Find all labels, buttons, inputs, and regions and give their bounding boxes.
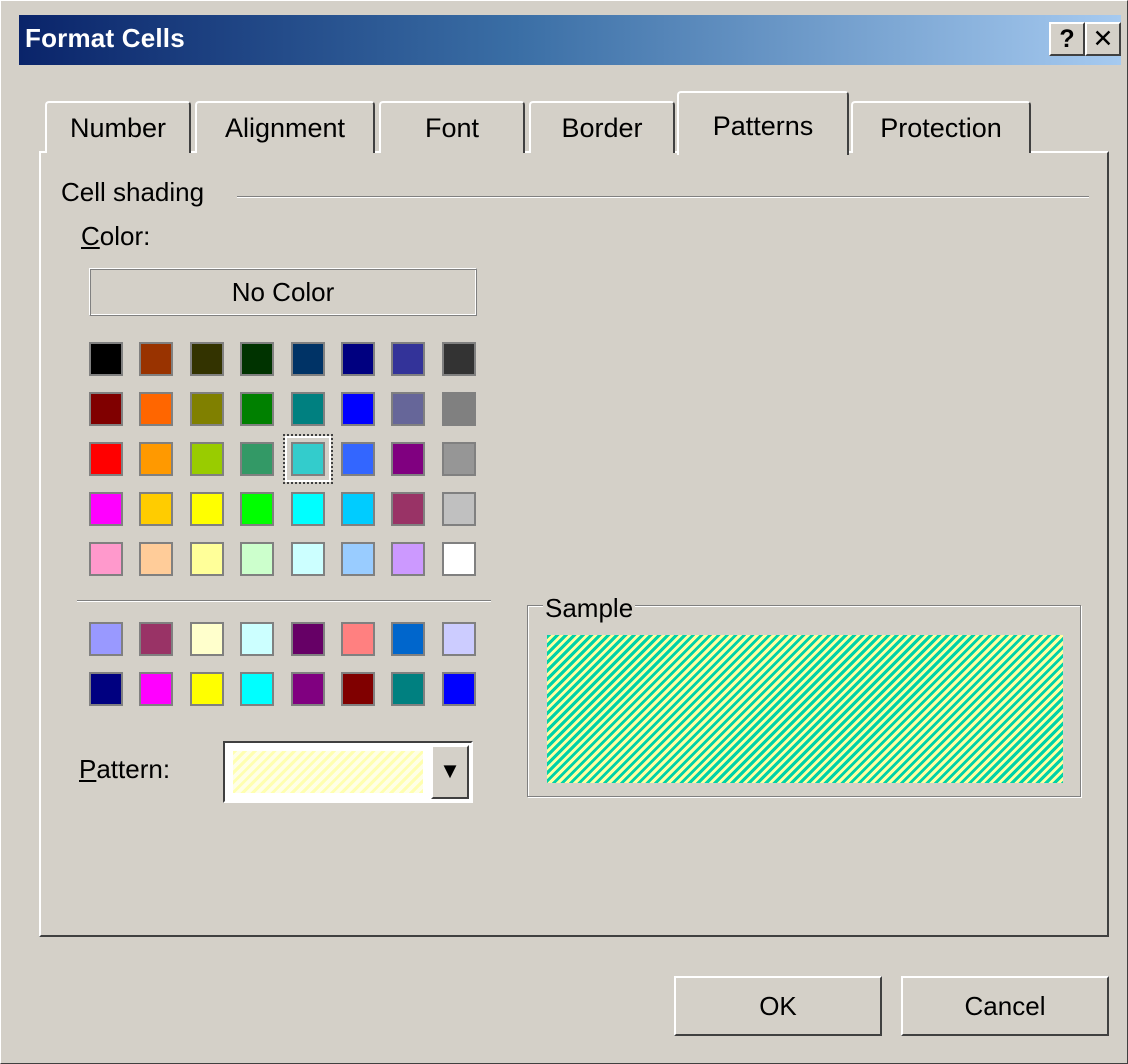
color-swatch[interactable]	[189, 342, 224, 376]
color-swatch[interactable]	[441, 672, 476, 706]
close-button[interactable]: ✕	[1085, 22, 1121, 56]
color-swatch[interactable]	[240, 672, 275, 706]
sample-label: Sample	[543, 593, 636, 624]
color-swatch[interactable]	[89, 622, 123, 656]
color-swatch[interactable]	[139, 622, 174, 656]
color-swatch[interactable]	[340, 672, 375, 706]
color-swatch[interactable]	[441, 542, 476, 576]
color-swatch[interactable]	[240, 392, 275, 426]
dropdown-arrow-icon[interactable]: ▼	[431, 745, 469, 799]
cancel-button[interactable]: Cancel	[901, 976, 1109, 1036]
color-swatch[interactable]	[240, 342, 275, 376]
color-label-accesskey: C	[81, 221, 100, 251]
color-palette	[89, 342, 479, 576]
color-swatch[interactable]	[189, 542, 224, 576]
color-swatch[interactable]	[340, 342, 375, 376]
color-swatch[interactable]	[340, 542, 375, 576]
color-swatch[interactable]	[340, 492, 375, 526]
color-label: Color:	[81, 221, 150, 252]
color-swatch[interactable]	[240, 492, 275, 526]
color-swatch[interactable]	[189, 492, 224, 526]
color-swatch[interactable]	[290, 622, 325, 656]
color-swatch[interactable]	[290, 542, 325, 576]
color-swatch[interactable]	[391, 392, 426, 426]
color-swatch[interactable]	[290, 342, 325, 376]
color-swatch[interactable]	[391, 342, 426, 376]
no-color-button[interactable]: No Color	[89, 268, 477, 316]
color-swatch[interactable]	[89, 492, 123, 526]
color-swatch[interactable]	[89, 542, 123, 576]
pattern-dropdown[interactable]: ▼	[223, 741, 473, 803]
color-swatch[interactable]	[441, 392, 476, 426]
tab-border[interactable]: Border	[529, 101, 675, 153]
color-swatch[interactable]	[189, 442, 224, 476]
color-swatch[interactable]	[89, 672, 123, 706]
color-swatch[interactable]	[139, 542, 174, 576]
color-swatch[interactable]	[441, 492, 476, 526]
color-swatch[interactable]	[282, 434, 333, 484]
pattern-preview[interactable]	[233, 751, 423, 793]
color-swatch[interactable]	[139, 392, 174, 426]
color-swatch[interactable]	[139, 672, 174, 706]
color-palette-extra	[89, 622, 479, 706]
tab-font[interactable]: Font	[379, 101, 525, 153]
title-bar[interactable]: Format Cells ? ✕	[19, 15, 1121, 65]
color-swatch[interactable]	[240, 542, 275, 576]
sample-preview	[547, 635, 1063, 783]
pattern-label-text: attern:	[96, 754, 171, 784]
tab-protection[interactable]: Protection	[851, 101, 1031, 153]
color-swatch[interactable]	[340, 442, 375, 476]
color-swatch[interactable]	[391, 442, 426, 476]
color-swatch[interactable]	[189, 672, 224, 706]
color-swatch[interactable]	[89, 442, 123, 476]
color-swatch[interactable]	[89, 392, 123, 426]
color-swatch[interactable]	[240, 622, 275, 656]
color-swatch[interactable]	[139, 442, 174, 476]
color-swatch[interactable]	[441, 442, 476, 476]
pattern-label-accesskey: P	[79, 754, 97, 784]
color-swatch[interactable]	[189, 392, 224, 426]
color-swatch[interactable]	[290, 392, 325, 426]
color-swatch[interactable]	[139, 342, 174, 376]
color-swatch[interactable]	[441, 622, 476, 656]
color-swatch[interactable]	[340, 392, 375, 426]
color-swatch[interactable]	[290, 492, 325, 526]
cell-shading-group-label: Cell shading	[61, 177, 213, 208]
color-swatch[interactable]	[391, 492, 426, 526]
ok-button[interactable]: OK	[674, 976, 882, 1036]
color-swatch[interactable]	[89, 342, 123, 376]
pattern-label: Pattern:	[79, 754, 170, 785]
palette-separator	[77, 600, 491, 602]
color-swatch[interactable]	[240, 442, 275, 476]
group-divider	[237, 196, 1089, 198]
color-swatch[interactable]	[290, 672, 325, 706]
color-swatch[interactable]	[391, 542, 426, 576]
color-swatch[interactable]	[340, 622, 375, 656]
color-swatch[interactable]	[441, 342, 476, 376]
color-swatch[interactable]	[391, 622, 426, 656]
color-swatch[interactable]	[189, 622, 224, 656]
format-cells-dialog: Format Cells ? ✕ Number Alignment Font B…	[0, 0, 1128, 1064]
color-swatch[interactable]	[391, 672, 426, 706]
color-label-text: olor:	[99, 221, 151, 251]
tab-number[interactable]: Number	[45, 101, 191, 153]
tab-patterns[interactable]: Patterns	[677, 91, 849, 155]
color-swatch[interactable]	[139, 492, 174, 526]
tab-alignment[interactable]: Alignment	[195, 101, 375, 153]
window-title: Format Cells	[25, 23, 185, 53]
help-button[interactable]: ?	[1049, 22, 1085, 56]
